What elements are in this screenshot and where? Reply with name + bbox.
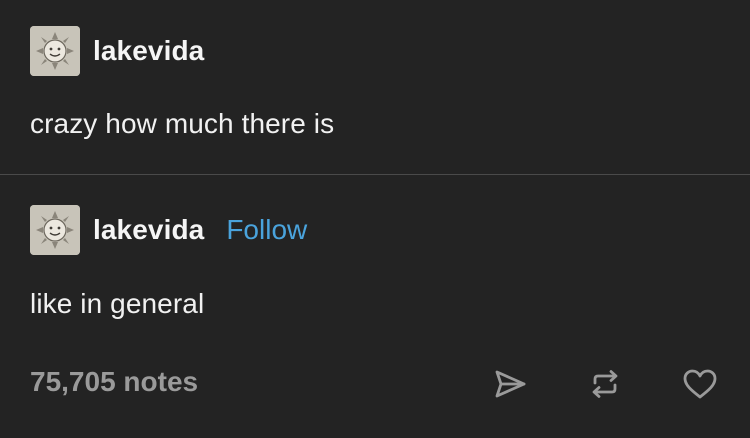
username[interactable]: lakevida	[93, 214, 204, 246]
post-text: like in general	[30, 288, 205, 319]
avatar[interactable]	[30, 205, 80, 255]
post-header: lakevida Follow	[30, 204, 307, 256]
reply-post: lakevida Follow like in general 75,705 n…	[0, 176, 750, 438]
avatar[interactable]	[30, 26, 80, 76]
share-button[interactable]	[490, 364, 530, 404]
username[interactable]: lakevida	[93, 35, 204, 67]
follow-button[interactable]: Follow	[226, 214, 307, 246]
share-icon	[495, 370, 526, 398]
smiling-sun-avatar-icon	[30, 205, 80, 255]
reblog-button[interactable]	[585, 364, 625, 404]
like-button[interactable]	[680, 364, 720, 404]
reblog-icon	[592, 370, 618, 398]
heart-icon	[683, 369, 717, 399]
post-header: lakevida	[30, 25, 204, 77]
post-text: crazy how much there is	[30, 108, 335, 139]
original-post: lakevida crazy how much there is	[0, 0, 750, 175]
post-divider	[0, 174, 750, 175]
smiling-sun-avatar-icon	[30, 26, 80, 76]
notes-count[interactable]: 75,705 notes	[30, 366, 198, 398]
